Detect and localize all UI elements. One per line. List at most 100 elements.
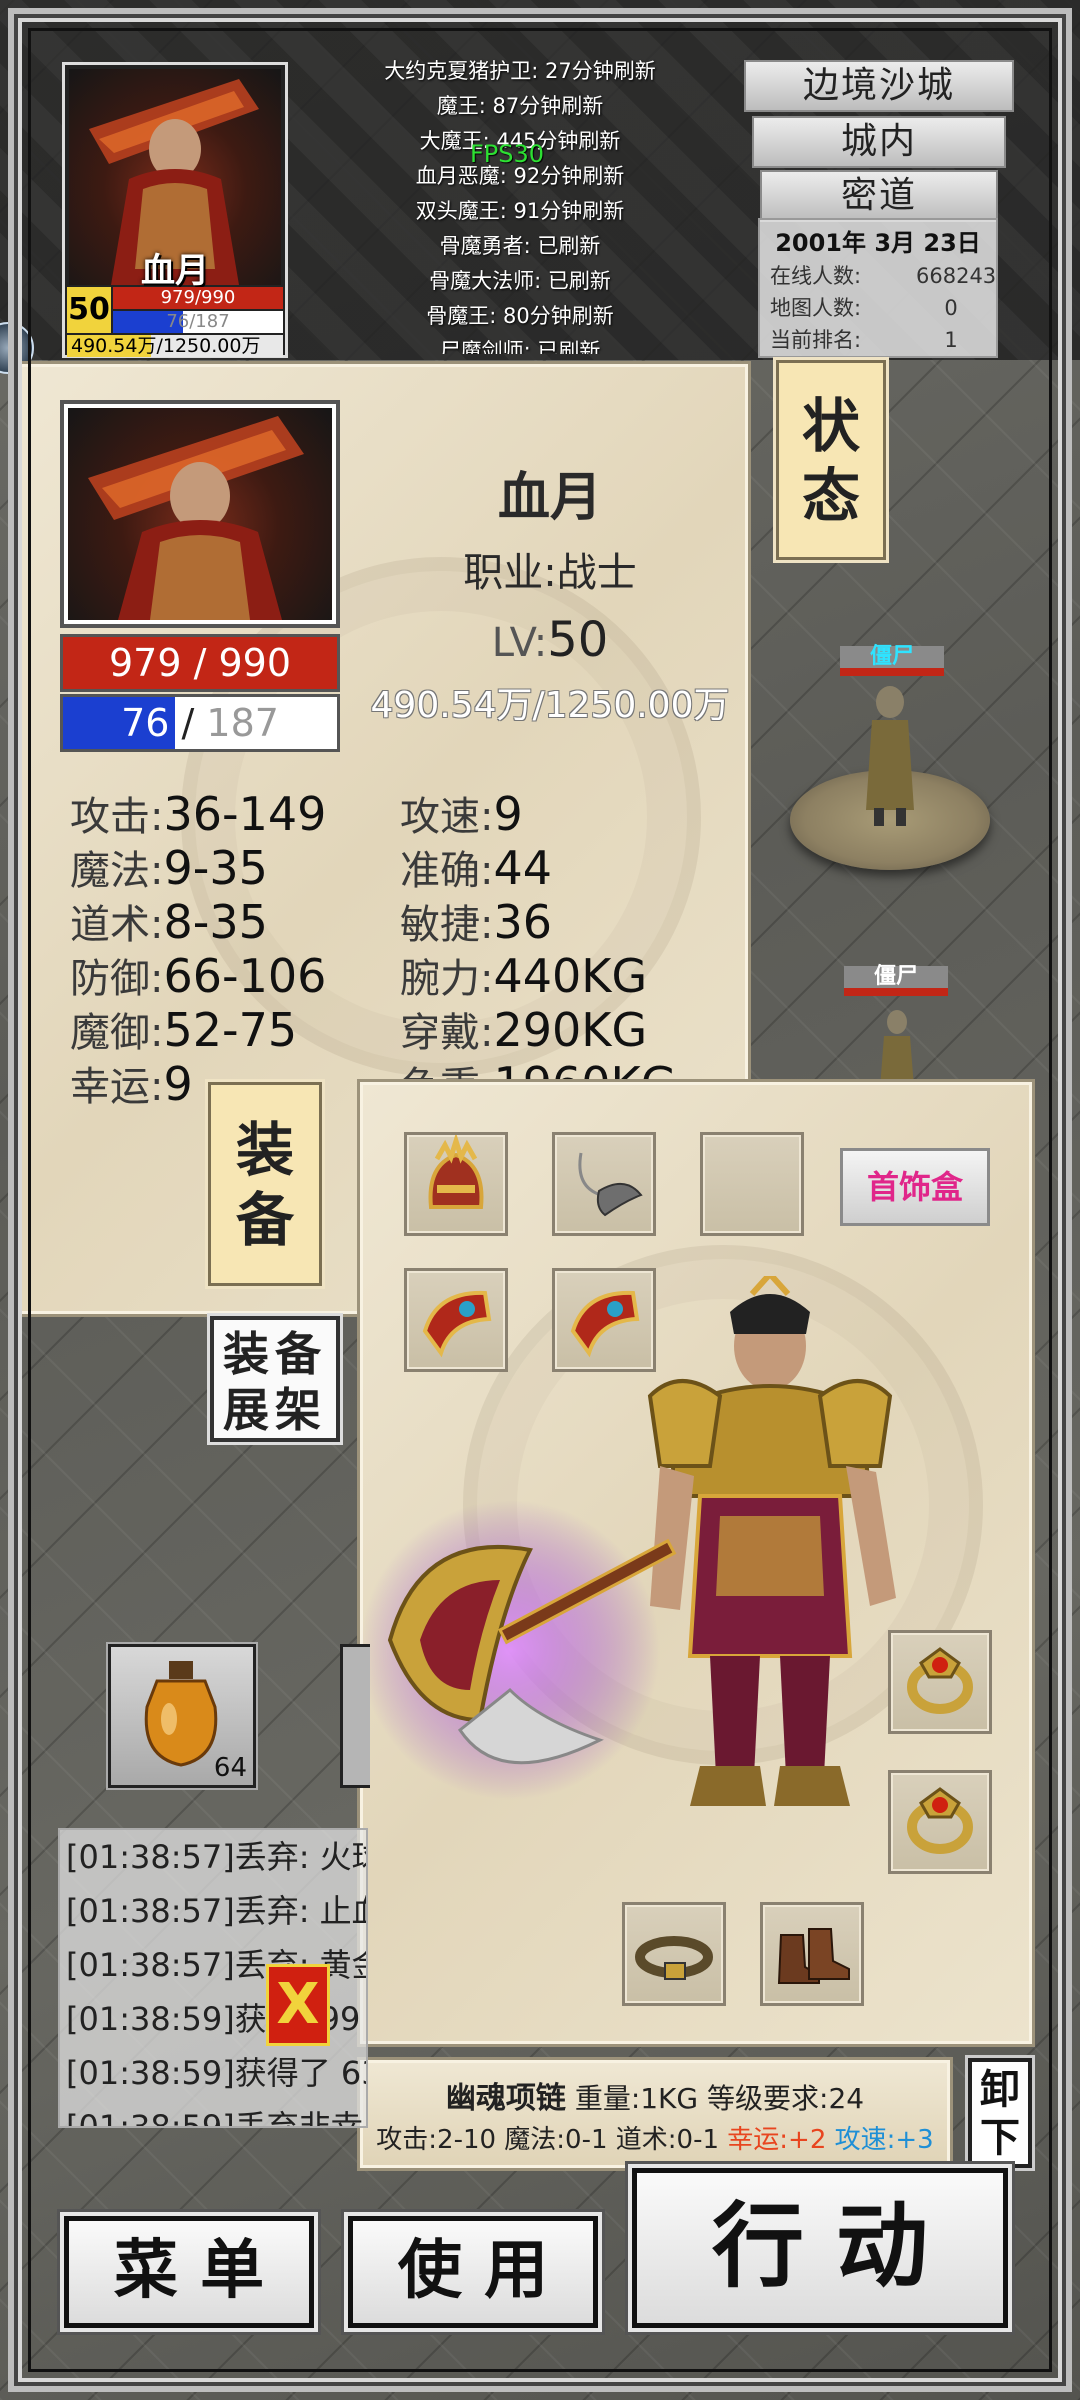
potion-quick-slot[interactable]: 64 xyxy=(108,1644,256,1788)
map-players-label: 地图人数: xyxy=(770,296,862,320)
map-name-button[interactable]: 边境沙城 xyxy=(744,60,1014,112)
stat-label: 准确: xyxy=(400,848,494,894)
menu-button[interactable]: 菜 单 xyxy=(64,2216,314,2328)
log-line: [01:38:57]丢弃: 止血 xyxy=(66,1892,368,1930)
stat-magic-defense: 魔御:52-75 xyxy=(70,1000,297,1058)
belt-icon xyxy=(635,1936,713,1980)
zombie-figure-icon xyxy=(866,686,914,826)
unequip-button[interactable]: 卸 下 xyxy=(968,2058,1032,2168)
shelf-button-line1: 装备 xyxy=(223,1327,327,1381)
area-city-button[interactable]: 城内 xyxy=(752,116,1006,168)
belt-slot[interactable] xyxy=(622,1902,726,2006)
status-mp-bar: 76 / 187 xyxy=(60,694,340,752)
log-line: [01:38:59]丢弃非幸 xyxy=(66,2108,363,2128)
bracelet-left-slot[interactable] xyxy=(404,1268,508,1372)
ring-icon xyxy=(907,1787,973,1854)
stat-value: 36-149 xyxy=(163,787,327,841)
map-players-row: 地图人数: 0 xyxy=(770,292,986,324)
status-level-label: LV: xyxy=(491,620,548,666)
boss-timer-row: 魔王: 87分钟刷新 xyxy=(436,94,604,118)
empty-slot[interactable] xyxy=(700,1132,804,1236)
stat-label: 魔法: xyxy=(70,848,164,894)
boss-respawn-list[interactable]: 大约克夏猪护卫: 27分钟刷新 魔王: 87分钟刷新 大魔王: 445分钟刷新 … xyxy=(330,54,710,354)
stat-accuracy: 准确:44 xyxy=(400,838,552,896)
stat-magic: 魔法:9-35 xyxy=(70,838,268,896)
stat-value: 8-35 xyxy=(163,895,268,949)
use-button[interactable]: 使 用 xyxy=(348,2216,598,2328)
stat-label: 魔御: xyxy=(70,1010,164,1056)
hud-mp-bar: 76/187 xyxy=(113,311,283,333)
stat-label: 敏捷: xyxy=(400,902,494,948)
equipment-shelf-button[interactable]: 装备 展架 xyxy=(210,1316,340,1442)
warrior-portrait-image xyxy=(68,408,332,620)
unequip-line2: 下 xyxy=(980,2115,1020,2161)
stat-attack: 攻击:36-149 xyxy=(70,784,326,842)
fps-counter: FPS30 xyxy=(470,140,545,168)
monster-zombie-1[interactable]: 僵尸 xyxy=(790,640,990,880)
ring-icon xyxy=(907,1647,973,1714)
status-level-value: 50 xyxy=(547,612,609,668)
status-experience: 490.54万/1250.00万 xyxy=(370,685,730,726)
stat-value: 440KG xyxy=(493,949,648,1003)
action-button[interactable]: 行 动 xyxy=(632,2168,1008,2328)
stat-taoism: 道术:8-35 xyxy=(70,892,268,950)
item-info-box: 幽魂项链 重量:1KG 等级要求:24 攻击:2-10 魔法:0-1 道术:0-… xyxy=(360,2060,950,2168)
boots-slot[interactable] xyxy=(760,1902,864,2006)
online-count-row: 在线人数: 668243 xyxy=(770,260,996,292)
tab-equipment[interactable]: 装 备 xyxy=(208,1082,322,1286)
stat-value: 52-75 xyxy=(163,1003,298,1057)
quick-slot-2[interactable] xyxy=(340,1644,370,1788)
monster-name-label: 僵尸 xyxy=(840,646,944,676)
online-count-label: 在线人数: xyxy=(770,264,862,288)
hud-portrait[interactable]: 血月 50 979/990 76/187 490.54万/1250.00万 xyxy=(62,62,288,358)
item-speed: 攻速:+3 xyxy=(834,2125,934,2155)
axe-weapon-icon[interactable] xyxy=(360,1490,680,1810)
boss-timer-row: 骨魔大法师: 已刷新 xyxy=(429,269,611,293)
hud-level-badge: 50 xyxy=(67,287,111,333)
hud-character-name: 血月 xyxy=(141,251,209,291)
stat-wear-weight: 穿戴:290KG xyxy=(400,1000,647,1058)
hud-exp-bar: 490.54万/1250.00万 xyxy=(67,335,283,357)
tab-equipment-line2: 备 xyxy=(235,1186,294,1254)
rank-value: 1 xyxy=(944,328,958,352)
tab-status[interactable]: 状 态 xyxy=(776,360,886,560)
stat-value: 66-106 xyxy=(163,949,327,1003)
stat-agility: 敏捷:36 xyxy=(400,892,552,950)
item-name: 幽魂项链 xyxy=(445,2081,566,2116)
ring-bottom-slot[interactable] xyxy=(888,1770,992,1874)
area-passage-button[interactable]: 密道 xyxy=(760,170,998,222)
log-line: [01:38:59]获得了 63 xyxy=(66,2054,368,2092)
stat-label: 腕力: xyxy=(400,956,494,1002)
stat-value: 9 xyxy=(493,787,523,841)
tab-equipment-line1: 装 xyxy=(235,1116,294,1184)
rank-row: 当前排名: 1 xyxy=(770,324,986,356)
map-players-value: 0 xyxy=(944,296,958,320)
stat-label: 穿戴: xyxy=(400,1010,494,1056)
hud-exp-text: 490.54万/1250.00万 xyxy=(71,335,261,357)
bracelet-icon xyxy=(422,1290,492,1358)
zombie-figure-icon xyxy=(880,1010,914,1088)
monster-zombie-2[interactable]: 僵尸 xyxy=(840,962,950,1088)
stat-value: 9-35 xyxy=(163,841,268,895)
hud-hp-bar: 979/990 xyxy=(113,287,283,309)
stat-label: 防御: xyxy=(70,956,164,1002)
item-title: 幽魂项链 重量:1KG 等级要求:24 xyxy=(363,2073,947,2117)
status-hp-bar: 979 / 990 xyxy=(60,634,340,692)
status-hp-max: 990 xyxy=(218,641,292,685)
game-date: 2001年 3月 23日 xyxy=(775,229,981,257)
jewelry-box-button[interactable]: 首饰盒 xyxy=(840,1148,990,1226)
tab-status-line1: 状 xyxy=(801,392,860,460)
potion-count: 64 xyxy=(213,1753,247,1783)
helmet-icon xyxy=(428,1132,484,1209)
status-hp-current: 979 xyxy=(108,641,182,685)
helmet-slot[interactable] xyxy=(404,1132,508,1236)
necklace-slot[interactable] xyxy=(552,1132,656,1236)
status-level: LV:50 xyxy=(380,612,720,668)
stat-hand-strength: 腕力:440KG xyxy=(400,946,647,1004)
hud-mp-text: 76/187 xyxy=(166,311,230,332)
close-button[interactable]: X xyxy=(266,1964,330,2046)
item-luck: 幸运:+2 xyxy=(727,2125,827,2155)
ring-top-slot[interactable] xyxy=(888,1630,992,1734)
status-mp-max: 187 xyxy=(206,701,279,745)
stat-defense: 防御:66-106 xyxy=(70,946,326,1004)
